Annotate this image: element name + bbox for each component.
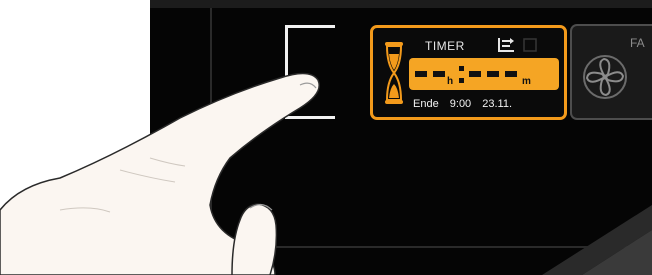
screen-reflection <box>542 205 652 275</box>
faded-status-icon <box>523 38 537 52</box>
end-time: 9:00 <box>449 98 472 110</box>
minutes-unit: m <box>522 76 531 87</box>
end-label: Ende <box>413 98 439 110</box>
program-list-icon <box>498 38 514 52</box>
hourglass-icon <box>385 42 403 104</box>
hours-unit: h <box>447 76 454 87</box>
fan-label: FA <box>630 36 645 50</box>
screen-bezel <box>150 0 652 8</box>
timer-title: TIMER <box>425 39 465 53</box>
fan-icon <box>583 55 627 99</box>
end-time-row: Ende 9:00 23.11. <box>413 98 520 110</box>
touch-hand-graphic <box>0 72 320 275</box>
end-date: 23.11. <box>482 98 513 110</box>
fan-tile[interactable]: FA <box>570 24 652 120</box>
timer-tile[interactable]: TIMER h m Ende 9:00 23.11. <box>370 25 567 120</box>
timer-time-display: h m <box>409 58 559 90</box>
